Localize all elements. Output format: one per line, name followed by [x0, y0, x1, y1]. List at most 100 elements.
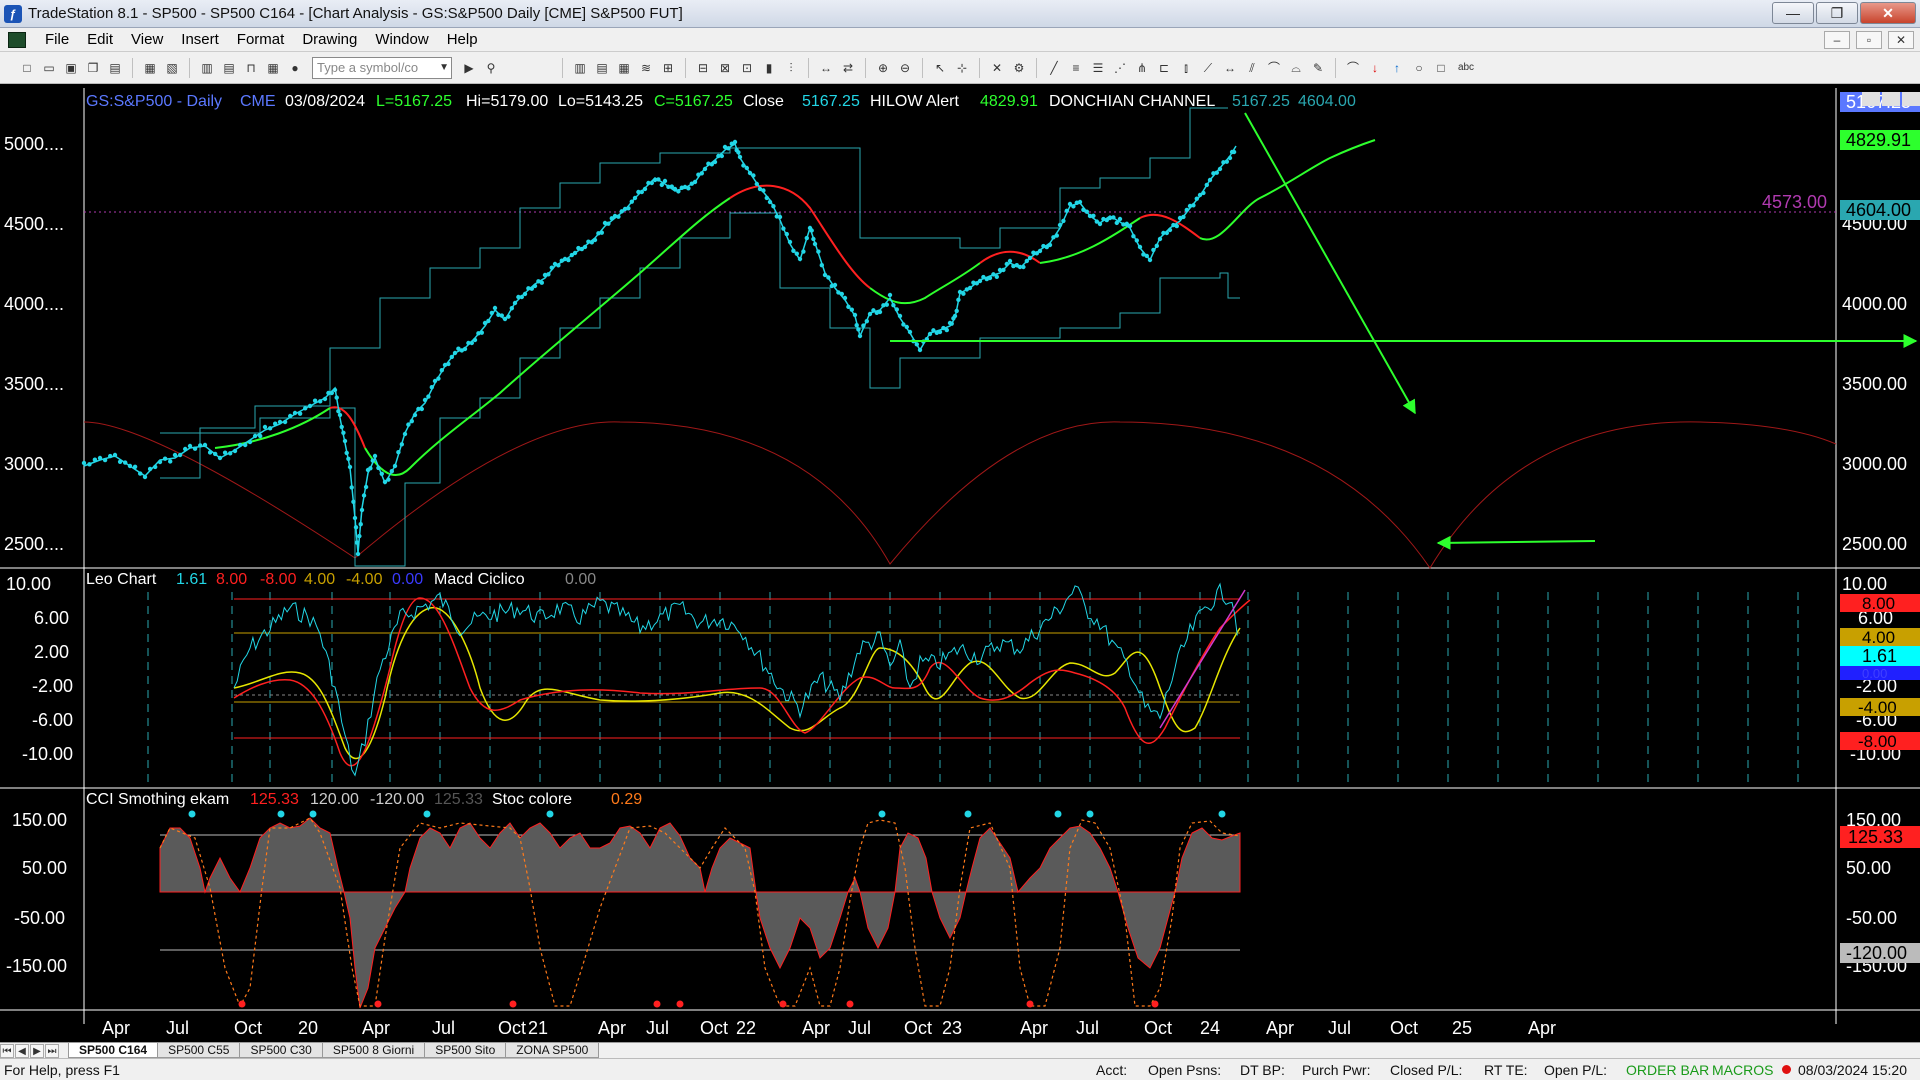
hilow-line-up-2[interactable] [364, 197, 731, 477]
chart-window-icon[interactable]: ▥ [199, 60, 215, 76]
pointer-icon[interactable]: ↖ [932, 60, 948, 76]
menu-view[interactable]: View [122, 31, 172, 48]
lock-icon[interactable]: ⊓ [243, 60, 259, 76]
order-bar-button[interactable]: ORDER BAR [1626, 1062, 1709, 1078]
pane-restore-button[interactable] [1882, 92, 1900, 106]
donchian-upper[interactable] [160, 107, 1228, 434]
format-icon[interactable]: ⊟ [695, 60, 711, 76]
parallel-lines-icon[interactable]: ⫽ [1244, 60, 1260, 76]
scale-icon[interactable]: ⇄ [840, 60, 856, 76]
trendline-icon[interactable]: ╱ [1046, 60, 1062, 76]
workspace-icon[interactable]: ▤ [107, 60, 123, 76]
cycle-arcs[interactable] [83, 421, 1837, 569]
bar-chart-type-icon[interactable]: ▥ [572, 60, 588, 76]
hilow-line-down-2[interactable] [729, 184, 871, 289]
zoom-out-icon[interactable]: ⊖ [897, 60, 913, 76]
tab-prev-icon[interactable]: ◀ [15, 1043, 29, 1058]
horizontal-line-icon[interactable]: ⫾ [1178, 60, 1194, 76]
tab-sp500-c55[interactable]: SP500 C55 [157, 1043, 241, 1058]
leo-trendline[interactable] [1159, 589, 1246, 729]
zoom-in-icon[interactable]: ⊕ [875, 60, 891, 76]
rectangle-icon[interactable]: □ [1433, 60, 1449, 76]
andrews-pitchfork-icon[interactable]: ⋔ [1134, 60, 1150, 76]
menu-edit[interactable]: Edit [78, 31, 122, 48]
macros-button[interactable]: MACROS [1712, 1062, 1773, 1078]
speed-lines-icon[interactable]: ⋰ [1112, 60, 1128, 76]
tools-icon[interactable]: ✕ [989, 60, 1005, 76]
bars-back-icon[interactable]: ⫶ [783, 60, 799, 76]
new-file-icon[interactable]: □ [19, 60, 35, 76]
mdi-close-button[interactable]: ✕ [1888, 31, 1914, 49]
print-preview-icon[interactable]: ▧ [164, 60, 180, 76]
chart-analysis-window[interactable]: GS:S&P500 - Daily CME 03/08/2024 L=5167.… [0, 88, 1920, 1044]
leo-oscillator-line[interactable] [233, 582, 1238, 777]
price-series[interactable] [83, 142, 1237, 554]
fib-extension-icon[interactable]: ⊏ [1156, 60, 1172, 76]
time-zone-icon[interactable]: ⌒ [1266, 60, 1282, 76]
menu-drawing[interactable]: Drawing [293, 31, 366, 48]
pane-close-button[interactable] [1902, 92, 1920, 106]
play-icon[interactable]: ▶ [461, 60, 477, 76]
data-tip-icon[interactable]: ⊹ [954, 60, 970, 76]
cci-pane[interactable]: CCI Smothing ekam 125.33 120.00 -120.00 … [6, 791, 1920, 1009]
mdi-minimize-button[interactable]: – [1824, 31, 1850, 49]
arc-icon[interactable]: ⌒ [1345, 60, 1361, 76]
indicator-icon[interactable]: ≋ [638, 60, 654, 76]
ellipse-icon[interactable]: ○ [1411, 60, 1427, 76]
price-pane[interactable]: GS:S&P500 - Daily CME 03/08/2024 L=5167.… [4, 92, 1920, 569]
tab-sp500-8-giorni[interactable]: SP500 8 Giorni [321, 1043, 426, 1058]
up-arrow-icon[interactable]: ↑ [1389, 60, 1405, 76]
cci-histogram-area[interactable] [159, 817, 1241, 1009]
tab-last-icon[interactable]: ⏭ [45, 1043, 59, 1058]
hilow-line-down-4[interactable] [1139, 213, 1201, 239]
pencil-icon[interactable]: ✎ [1310, 60, 1326, 76]
chart-canvas[interactable]: GS:S&P500 - Daily CME 03/08/2024 L=5167.… [0, 88, 1920, 1044]
open-folder-icon[interactable]: ▭ [41, 60, 57, 76]
time-axis[interactable]: Apr Jul Oct 20 Apr Jul Oct 21 Apr Jul Oct 22 Apr Jul O… [102, 1018, 1556, 1038]
print-icon[interactable]: ▦ [142, 60, 158, 76]
target-arrow[interactable] [1436, 535, 1596, 550]
pane-minimize-button[interactable] [1862, 92, 1880, 106]
line-chart-type-icon[interactable]: ▤ [594, 60, 610, 76]
menu-format[interactable]: Format [228, 31, 294, 48]
gann-fan-icon[interactable]: ≡ [1068, 60, 1084, 76]
candle-chart-type-icon[interactable]: ▦ [616, 60, 632, 76]
grid-icon[interactable]: ▦ [265, 60, 281, 76]
down-arrow-icon[interactable]: ↓ [1367, 60, 1383, 76]
text-icon[interactable]: abc [1455, 60, 1477, 76]
copy-icon[interactable]: ❐ [85, 60, 101, 76]
macd-red-line[interactable] [233, 597, 1251, 767]
mdi-restore-button[interactable]: ▫ [1856, 31, 1882, 49]
analysis-icon[interactable]: ⊠ [717, 60, 733, 76]
compare-icon[interactable]: ⊡ [739, 60, 755, 76]
tab-next-icon[interactable]: ▶ [30, 1043, 44, 1058]
donchian-lower[interactable] [160, 212, 1240, 567]
radar-icon[interactable]: ▤ [221, 60, 237, 76]
leo-pane[interactable]: Leo Chart 1.61 8.00 -8.00 4.00 -4.00 0.0… [6, 571, 1920, 786]
tab-sp500-c164[interactable]: SP500 C164 [68, 1043, 159, 1058]
tab-sp500-c30[interactable]: SP500 C30 [239, 1043, 323, 1058]
hilow-line-down-1[interactable] [329, 406, 366, 449]
tab-first-icon[interactable]: ⏮ [0, 1043, 14, 1058]
scroll-icon[interactable]: ↔ [818, 60, 834, 76]
vertical-line-icon[interactable]: ⟋ [1200, 60, 1216, 76]
tab-sp500-sito[interactable]: SP500 Sito [424, 1043, 507, 1058]
strategy-icon[interactable]: ⊞ [660, 60, 676, 76]
menu-window[interactable]: Window [366, 31, 437, 48]
globe-icon[interactable]: ● [287, 60, 303, 76]
maximize-button[interactable]: ❐ [1816, 2, 1858, 24]
chevron-down-icon[interactable]: ▼ [439, 58, 449, 78]
symbol-input[interactable]: Type a symbol/co ▼ [312, 56, 452, 79]
market-depth-icon[interactable]: ▮ [761, 60, 777, 76]
chart-window-icon[interactable] [8, 31, 26, 48]
ray-icon[interactable]: ↔ [1222, 60, 1238, 76]
fib-retracement-icon[interactable]: ☰ [1090, 60, 1106, 76]
menu-help[interactable]: Help [438, 31, 487, 48]
tab-zona-sp500[interactable]: ZONA SP500 [505, 1043, 600, 1058]
save-icon[interactable]: ▣ [63, 60, 79, 76]
cycle-icon[interactable]: ⌓ [1288, 60, 1304, 76]
settings-icon[interactable]: ⚙ [1011, 60, 1027, 76]
menu-file[interactable]: File [36, 31, 78, 48]
minimize-button[interactable]: — [1772, 2, 1814, 24]
close-button[interactable]: ✕ [1860, 2, 1916, 24]
